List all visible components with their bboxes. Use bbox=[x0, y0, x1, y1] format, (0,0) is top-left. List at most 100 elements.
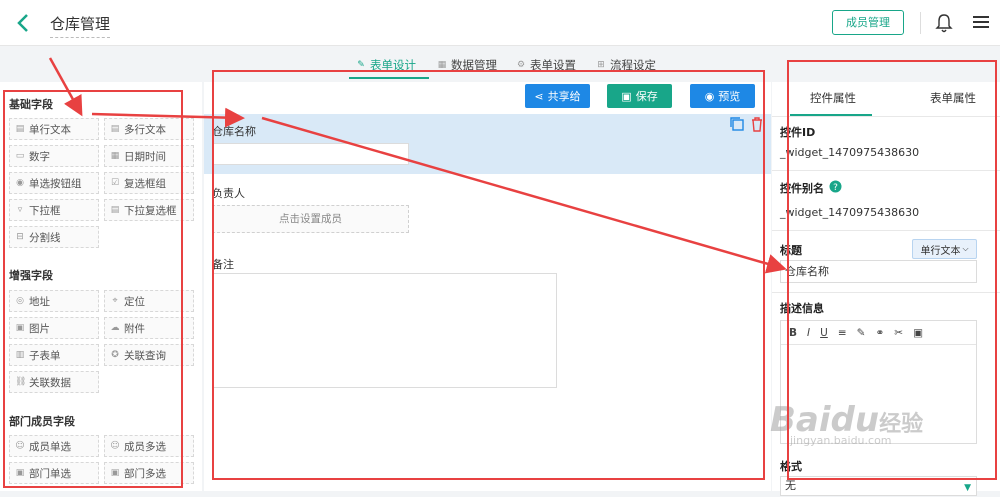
field-single-line-text[interactable]: ▤ 单行文本 bbox=[9, 118, 99, 140]
group-title-enhanced: 增强字段 bbox=[9, 269, 53, 282]
form-design-icon: ✎ bbox=[357, 60, 365, 70]
save-button[interactable]: ▣ 保存 bbox=[607, 84, 672, 108]
widget-alias-label: 控件别名 bbox=[780, 182, 824, 195]
grid-icon: ▦ bbox=[437, 60, 447, 70]
copy-icon[interactable] bbox=[729, 116, 745, 132]
field-attachment[interactable]: ☁ 附件 bbox=[104, 317, 194, 339]
remark-textarea[interactable] bbox=[212, 273, 557, 388]
field-dropdown[interactable]: ▿ 下拉框 bbox=[9, 199, 99, 221]
title-input[interactable]: 仓库名称 bbox=[780, 260, 977, 283]
field-related-data[interactable]: ⛓ 关联数据 bbox=[9, 371, 99, 393]
calendar-icon: ▦ bbox=[110, 151, 120, 161]
departments-icon: ▣ bbox=[110, 468, 120, 478]
align-icon[interactable]: ≡ bbox=[838, 327, 847, 339]
subform-icon: ▥ bbox=[15, 350, 25, 360]
bold-button[interactable]: B bbox=[789, 327, 797, 339]
upload-cloud-icon: ☁ bbox=[110, 323, 120, 333]
field-dept-multi[interactable]: ▣ 部门多选 bbox=[104, 462, 194, 484]
underline-button[interactable]: U bbox=[820, 327, 828, 339]
field-member-single[interactable]: ☺ 成员单选 bbox=[9, 435, 99, 457]
eye-icon: ◉ bbox=[704, 89, 715, 103]
widget-id-value: _widget_1470975438630 bbox=[780, 146, 920, 159]
field-label-warehouse: 仓库名称 bbox=[212, 125, 256, 138]
locate-icon: ⌖ bbox=[112, 296, 118, 306]
tab-widget-props[interactable]: 控件属性 bbox=[810, 90, 856, 106]
field-dropdown-multi[interactable]: ▤ 下拉复选框 bbox=[104, 199, 194, 221]
group-title-member: 部门成员字段 bbox=[9, 415, 75, 428]
chevron-down-icon: ⌵ bbox=[962, 244, 969, 253]
format-label: 格式 bbox=[780, 460, 802, 473]
checkbox-icon: ☑ bbox=[110, 178, 120, 188]
field-dept-single[interactable]: ▣ 部门单选 bbox=[9, 462, 99, 484]
field-image[interactable]: ▣ 图片 bbox=[9, 317, 99, 339]
active-tab-underline bbox=[349, 77, 429, 79]
number-icon: ▭ bbox=[15, 151, 25, 161]
gear-icon: ⚙ bbox=[516, 60, 526, 70]
group-title-basic: 基础字段 bbox=[9, 98, 53, 111]
field-location[interactable]: ⌖ 定位 bbox=[104, 290, 194, 312]
unlink-icon[interactable]: ✂ bbox=[894, 327, 903, 339]
field-related-query[interactable]: ✪ 关联查询 bbox=[104, 344, 194, 366]
field-label-manager: 负责人 bbox=[212, 187, 245, 200]
share-button[interactable]: ⋖ 共享给 bbox=[525, 84, 590, 108]
tab-form-settings[interactable]: ⚙ 表单设置 bbox=[516, 54, 576, 76]
menu-icon[interactable] bbox=[973, 15, 989, 29]
tab-form-design[interactable]: ✎ 表单设计 bbox=[356, 54, 416, 76]
field-checkbox-group[interactable]: ☑ 复选框组 bbox=[104, 172, 194, 194]
text-icon: ▤ bbox=[15, 124, 25, 134]
editor-toolbar: B I U ≡ ✎ ⚭ ✂ ▣ bbox=[781, 321, 976, 345]
link-data-icon: ⛓ bbox=[15, 377, 27, 387]
image-icon: ▣ bbox=[15, 323, 25, 333]
field-label-remark: 备注 bbox=[212, 258, 234, 271]
page-title[interactable]: 仓库管理 bbox=[50, 13, 111, 38]
dropdown-multi-icon: ▤ bbox=[110, 205, 120, 215]
bell-icon[interactable] bbox=[934, 12, 954, 34]
field-number[interactable]: ▭ 数字 bbox=[9, 145, 99, 167]
field-divider[interactable]: ⊟ 分割线 bbox=[9, 226, 99, 248]
link-icon[interactable]: ⚭ bbox=[875, 327, 884, 339]
users-icon: ☺ bbox=[110, 441, 120, 451]
image-icon[interactable]: ▣ bbox=[913, 327, 923, 339]
field-datetime[interactable]: ▦ 日期时间 bbox=[104, 145, 194, 167]
field-subform[interactable]: ▥ 子表单 bbox=[9, 344, 99, 366]
radio-icon: ◉ bbox=[16, 178, 24, 188]
brush-icon[interactable]: ✎ bbox=[857, 327, 866, 339]
format-select[interactable]: 无 ▼ bbox=[780, 476, 977, 496]
title-label: 标题 bbox=[780, 244, 802, 257]
field-type-select[interactable]: 单行文本 ⌵ bbox=[912, 239, 977, 259]
warehouse-name-input[interactable] bbox=[212, 143, 409, 165]
textarea-icon: ▤ bbox=[110, 124, 120, 134]
member-picker[interactable]: 点击设置成员 bbox=[212, 205, 409, 233]
link-query-icon: ✪ bbox=[111, 350, 119, 360]
field-palette bbox=[0, 82, 202, 491]
top-bar: 仓库管理 成员管理 bbox=[0, 0, 1000, 46]
designer-tabs: ✎ 表单设计 ▦ 数据管理 ⚙ 表单设置 ⊞ 流程设定 bbox=[0, 46, 1000, 82]
share-icon: ⋖ bbox=[534, 89, 544, 103]
tab-flow-settings[interactable]: ⊞ 流程设定 bbox=[596, 54, 656, 76]
description-editor[interactable]: B I U ≡ ✎ ⚭ ✂ ▣ bbox=[780, 320, 977, 444]
field-member-multi[interactable]: ☺ 成员多选 bbox=[104, 435, 194, 457]
user-icon: ☺ bbox=[15, 441, 25, 451]
delete-icon[interactable] bbox=[750, 116, 764, 132]
tab-form-props[interactable]: 表单属性 bbox=[930, 90, 976, 106]
widget-id-label: 控件ID bbox=[780, 126, 816, 139]
widget-alias-value: _widget_1470975438630 bbox=[780, 206, 920, 219]
department-icon: ▣ bbox=[15, 468, 25, 478]
back-arrow-icon[interactable] bbox=[14, 12, 34, 34]
description-label: 描述信息 bbox=[780, 302, 824, 315]
preview-button[interactable]: ◉ 预览 bbox=[690, 84, 755, 108]
chevron-down-icon: ▼ bbox=[964, 483, 971, 493]
divider-icon: ⊟ bbox=[16, 232, 24, 242]
save-icon: ▣ bbox=[621, 89, 632, 103]
field-multi-line-text[interactable]: ▤ 多行文本 bbox=[104, 118, 194, 140]
member-management-button[interactable]: 成员管理 bbox=[832, 10, 904, 35]
field-address[interactable]: ◎ 地址 bbox=[9, 290, 99, 312]
dropdown-icon: ▿ bbox=[17, 205, 23, 215]
tab-data-management[interactable]: ▦ 数据管理 bbox=[437, 54, 497, 76]
field-radio-group[interactable]: ◉ 单选按钮组 bbox=[9, 172, 99, 194]
svg-text:?: ? bbox=[833, 183, 838, 193]
italic-button[interactable]: I bbox=[807, 327, 810, 339]
flow-icon: ⊞ bbox=[597, 60, 605, 70]
help-icon[interactable]: ? bbox=[829, 180, 842, 193]
map-pin-icon: ◎ bbox=[16, 296, 24, 306]
